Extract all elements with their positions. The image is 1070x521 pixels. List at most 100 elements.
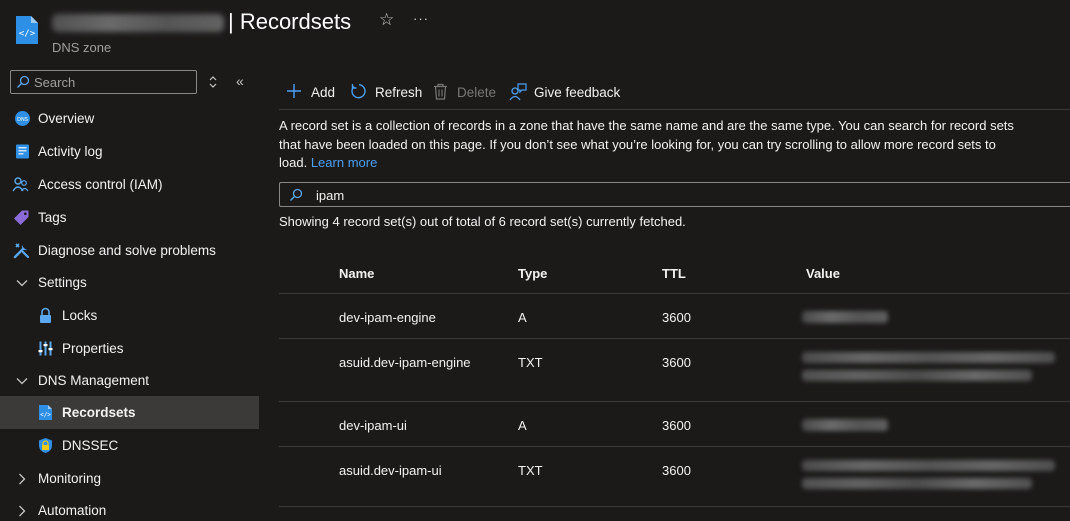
sidebar-group-label: Monitoring [38, 471, 102, 486]
sidebar-item-dnssec[interactable]: DNSSEC [0, 429, 259, 462]
record-value-redacted [802, 460, 1055, 471]
recordsets-icon: </> [39, 405, 52, 420]
sidebar-item-label: Diagnose and solve problems [38, 243, 216, 258]
refresh-button[interactable]: Refresh [350, 78, 422, 106]
resource-name-redacted [52, 14, 224, 32]
menu-search-input[interactable] [34, 73, 192, 91]
record-ttl: 3600 [662, 463, 691, 478]
record-type: A [518, 310, 527, 325]
table-row[interactable]: dev-ipam-ui A 3600 [279, 403, 1070, 447]
record-name[interactable]: dev-ipam-ui [339, 418, 407, 433]
record-type: TXT [518, 355, 543, 370]
sidebar-item-diagnose[interactable]: Diagnose and solve problems [0, 234, 259, 267]
svg-text:</>: </> [19, 29, 36, 39]
table-header: Name Type TTL Value [279, 254, 1070, 294]
sidebar-group-label: Settings [38, 275, 87, 290]
sidebar-item-properties[interactable]: Properties [0, 332, 259, 365]
record-ttl: 3600 [662, 310, 691, 325]
record-type: A [518, 418, 527, 433]
record-name[interactable]: asuid.dev-ipam-engine [339, 355, 471, 370]
record-value-redacted [802, 478, 1032, 489]
give-feedback-button[interactable]: Give feedback [509, 78, 621, 106]
sidebar-item-locks[interactable]: Locks [0, 299, 259, 332]
record-value-redacted [802, 419, 888, 431]
sidebar-item-tags[interactable]: Tags [0, 201, 259, 234]
dns-zone-icon: </> [16, 16, 38, 44]
favorite-star-icon[interactable]: ☆ [379, 11, 397, 29]
record-ttl: 3600 [662, 355, 691, 370]
search-icon [17, 75, 30, 88]
description-text: A record set is a collection of records … [279, 117, 1019, 173]
recordset-filter-input[interactable] [316, 186, 916, 204]
record-value-redacted [802, 311, 888, 323]
sidebar-group-settings[interactable]: Settings [0, 266, 259, 299]
table-row[interactable]: asuid.dev-ipam-engine TXT 3600 [279, 340, 1070, 402]
record-name[interactable]: dev-ipam-engine [339, 310, 436, 325]
chevron-right-icon [19, 473, 26, 485]
record-name[interactable]: asuid.dev-ipam-ui [339, 463, 442, 478]
sidebar-group-label: DNS Management [38, 373, 150, 388]
collapse-menu-icon[interactable]: « [236, 74, 250, 88]
record-value-redacted [802, 370, 1032, 381]
trash-icon [434, 83, 447, 100]
sidebar-item-label: Overview [38, 111, 95, 126]
command-bar: Add Refresh Delete Give feedback [279, 78, 1070, 106]
sidebar-item-label: Locks [62, 308, 98, 323]
column-header-ttl[interactable]: TTL [662, 266, 686, 281]
record-ttl: 3600 [662, 418, 691, 433]
sidebar-item-overview[interactable]: DNS Overview [0, 102, 259, 135]
dns-overview-icon: DNS [15, 111, 30, 126]
feedback-person-icon [509, 83, 527, 101]
chevron-right-icon [19, 505, 26, 517]
chevron-down-icon [16, 378, 28, 385]
sidebar-item-access-control[interactable]: Access control (IAM) [0, 168, 259, 201]
column-header-type[interactable]: Type [518, 266, 547, 281]
sidebar-group-automation[interactable]: Automation [0, 494, 259, 521]
shield-icon [39, 438, 52, 453]
svg-text:</>: </> [40, 412, 51, 419]
wrench-icon [13, 243, 30, 259]
sidebar-group-monitoring[interactable]: Monitoring [0, 462, 259, 495]
table-row[interactable]: dev-ipam-engine A 3600 [279, 295, 1070, 339]
properties-sliders-icon [38, 341, 53, 356]
access-control-people-icon [12, 177, 29, 192]
description-body: A record set is a collection of records … [279, 118, 1014, 170]
table-row[interactable]: asuid.dev-ipam-ui TXT 3600 [279, 448, 1070, 507]
page-subtitle: DNS zone [52, 40, 112, 55]
refresh-button-label: Refresh [375, 85, 423, 100]
plus-icon [287, 84, 301, 98]
sidebar-item-label: Access control (IAM) [38, 177, 163, 192]
page-header: </> | Recordsets DNS zone ☆ ··· [0, 0, 1070, 62]
sidebar-item-label: Tags [38, 210, 67, 225]
menu-search-box[interactable] [10, 70, 197, 94]
sidebar-item-recordsets[interactable]: </> Recordsets [0, 396, 259, 429]
column-header-value[interactable]: Value [806, 266, 840, 281]
svg-text:DNS: DNS [17, 117, 28, 123]
give-feedback-label: Give feedback [534, 85, 621, 100]
activity-log-icon [16, 144, 29, 159]
tag-icon [14, 210, 29, 225]
chevron-down-icon [16, 280, 28, 287]
sidebar-group-label: Automation [38, 503, 107, 518]
sidebar-item-label: Activity log [38, 144, 103, 159]
sidebar-item-label: Properties [62, 341, 124, 356]
resource-menu: « DNS Overview Activity log Access contr… [0, 62, 259, 521]
sort-updown-icon[interactable] [207, 75, 219, 89]
lock-icon [40, 307, 51, 323]
delete-button[interactable]: Delete [433, 78, 499, 106]
results-summary: Showing 4 record set(s) out of total of … [279, 214, 686, 229]
add-button[interactable]: Add [286, 78, 344, 106]
column-header-name[interactable]: Name [339, 266, 374, 281]
learn-more-link[interactable]: Learn more [311, 155, 377, 170]
page-title: | Recordsets [228, 9, 352, 34]
recordset-filter-box[interactable] [279, 182, 1070, 207]
search-icon [290, 188, 303, 201]
record-value-redacted [802, 352, 1055, 363]
add-button-label: Add [311, 85, 336, 100]
sidebar-item-label: DNSSEC [62, 438, 119, 453]
refresh-icon [351, 84, 366, 99]
more-options-icon[interactable]: ··· [413, 10, 429, 28]
sidebar-item-activity-log[interactable]: Activity log [0, 135, 259, 168]
toolbar-divider [279, 109, 1070, 110]
sidebar-group-dns-management[interactable]: DNS Management [0, 364, 259, 397]
